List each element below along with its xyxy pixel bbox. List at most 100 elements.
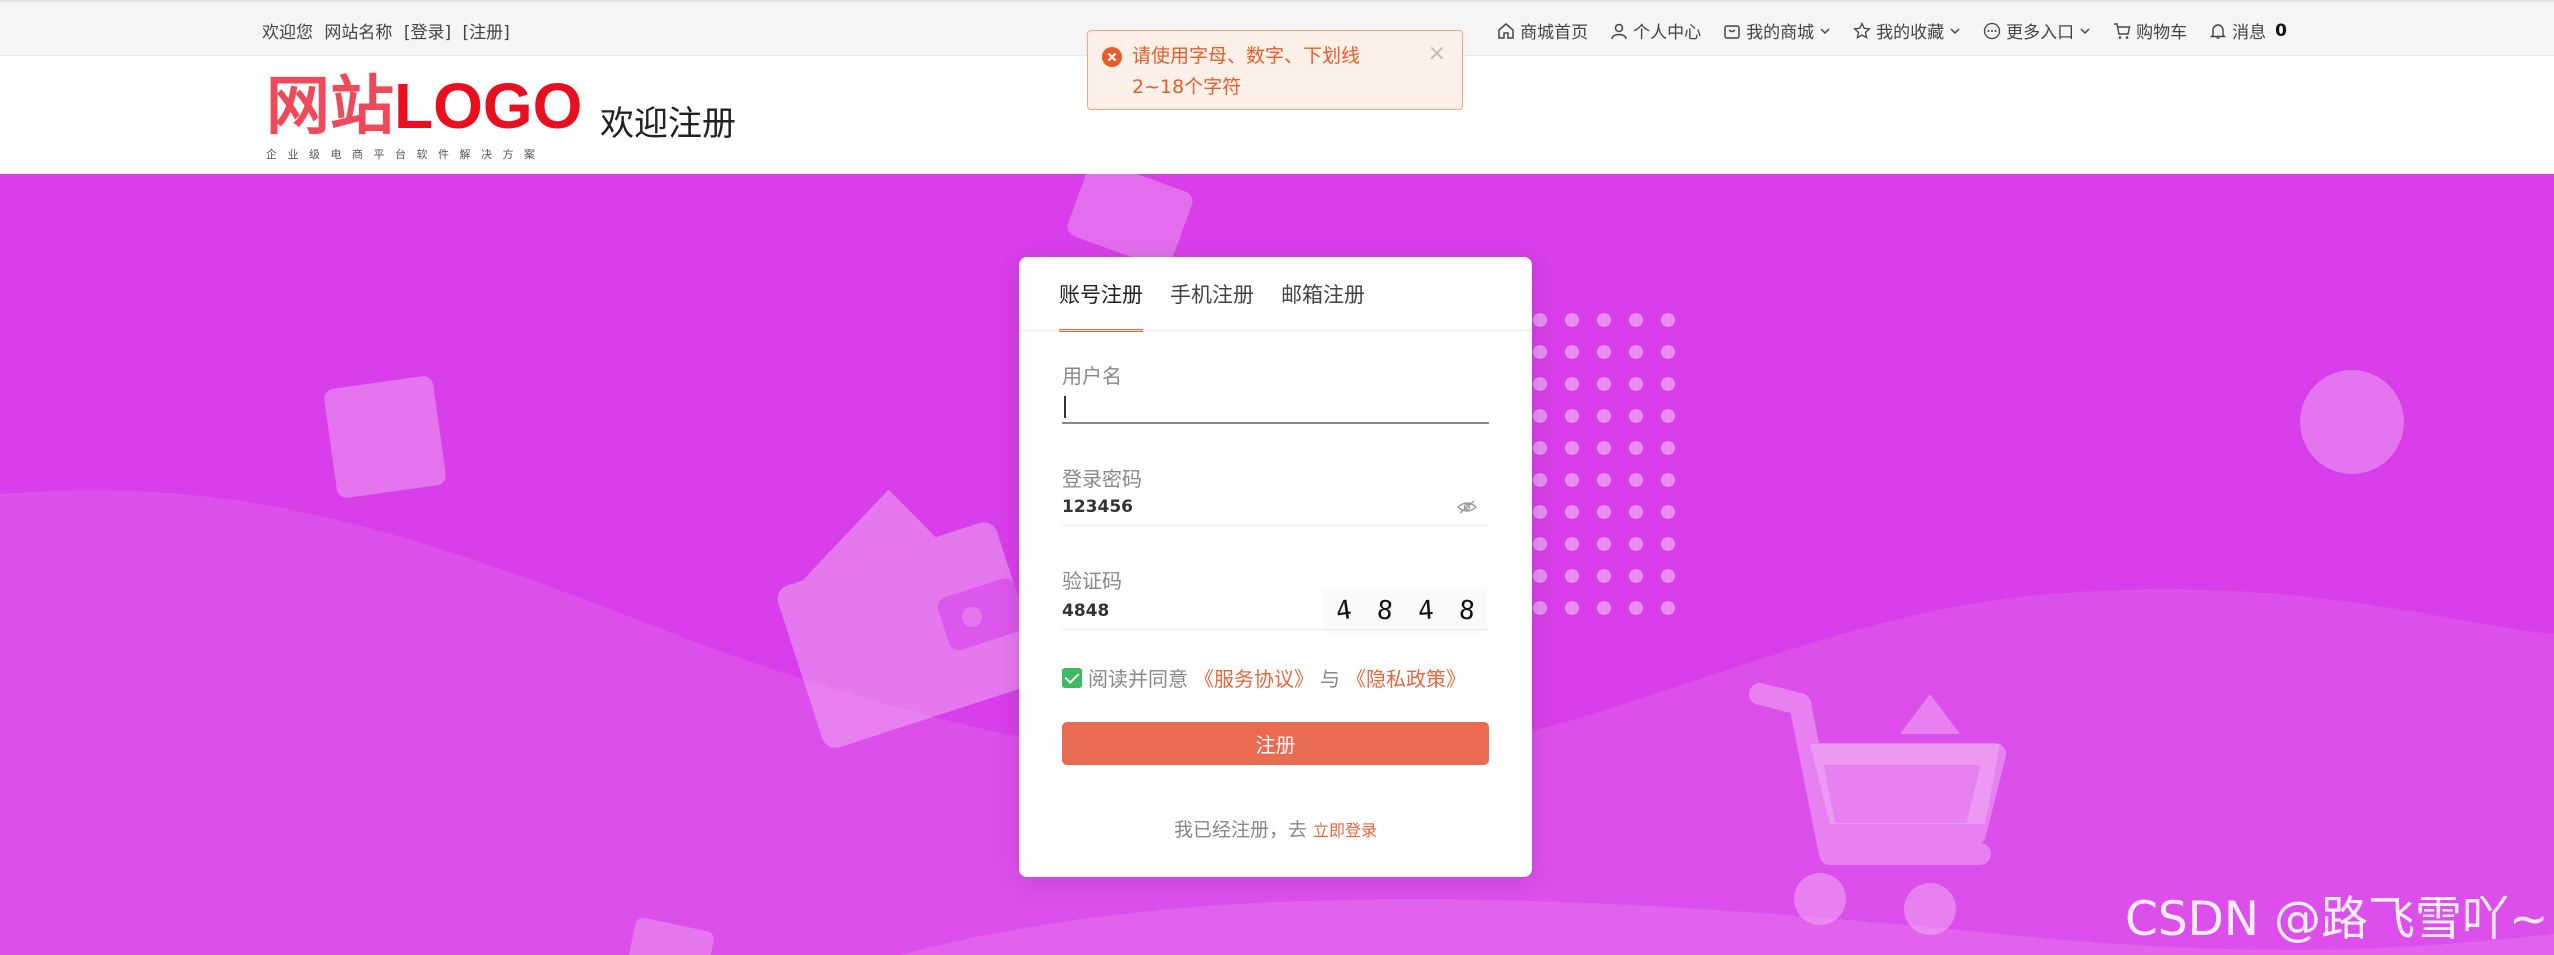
logo-en: LOGO — [394, 70, 583, 142]
username-label: 用户名 — [1062, 364, 1122, 388]
nav-home[interactable]: 商城首页 — [1497, 18, 1588, 43]
decor-dot — [1661, 473, 1675, 487]
bell-icon — [2209, 23, 2227, 39]
nav-more-label: 更多入口 — [2006, 23, 2075, 43]
chevron-down-icon — [1950, 27, 1960, 34]
decor-dot — [1597, 537, 1611, 551]
decor-dot — [1597, 345, 1611, 359]
nav-cart-label: 购物车 — [2136, 23, 2188, 43]
decor-dot — [1661, 377, 1675, 391]
close-icon[interactable]: × — [1428, 41, 1446, 66]
decor-dot — [1565, 569, 1579, 583]
nav-shop-label: 我的商城 — [1746, 23, 1815, 43]
user-icon — [1611, 23, 1627, 39]
password-input[interactable]: 123456 — [1062, 497, 1133, 517]
nav-home-label: 商城首页 — [1520, 23, 1589, 43]
home-icon — [1498, 22, 1514, 39]
text-caret — [1064, 396, 1066, 418]
decor-dot — [1533, 409, 1547, 423]
privacy-policy-link[interactable]: 《隐私政策》 — [1346, 663, 1466, 692]
decor-dot — [1661, 505, 1675, 519]
chevron-down-icon — [1820, 27, 1830, 34]
decor-dot — [1629, 473, 1643, 487]
decor-dot — [1533, 505, 1547, 519]
decor-dot — [1661, 569, 1675, 583]
nav-messages[interactable]: 消息 0 — [2209, 18, 2287, 43]
watermark: CSDN @路飞雪吖~ — [2125, 892, 2549, 947]
decor-dot — [1533, 441, 1547, 455]
top-nav: 商城首页 个人中心 我的商城 我的收藏 更多入口 购物车 消息 0 — [1497, 18, 2287, 43]
agreement-row: 阅读并同意 《服务协议》 与 《隐私政策》 — [1062, 663, 1466, 692]
error-toast: 请使用字母、数字、下划线2~18个字符 × — [1087, 30, 1463, 110]
decor-dot — [1661, 313, 1675, 327]
logo-tagline: 企业级电商平台软件解决方案 — [266, 148, 546, 161]
login-hint: 我已经注册，去 立即登录 — [1019, 815, 1532, 842]
captcha-char: 8 — [1457, 595, 1476, 627]
agree-and: 与 — [1320, 667, 1340, 691]
logo-cn: 网站 — [266, 70, 394, 142]
logo-text: 网站LOGO — [266, 74, 582, 138]
decor-dot — [1661, 345, 1675, 359]
decor-dot — [1533, 345, 1547, 359]
nav-user-center[interactable]: 个人中心 — [1610, 18, 1701, 43]
decor-dot — [1597, 377, 1611, 391]
agree-checkbox[interactable] — [1062, 667, 1082, 688]
decor-dot — [1597, 313, 1611, 327]
username-field: 用户名 — [1062, 360, 1489, 430]
nav-favorites-label: 我的收藏 — [1876, 23, 1945, 43]
register-button[interactable]: 注册 — [1062, 722, 1489, 765]
decor-dot — [1533, 313, 1547, 327]
password-label: 登录密码 — [1062, 467, 1142, 491]
decor-dot — [1565, 313, 1579, 327]
nav-more[interactable]: 更多入口 — [1983, 18, 2091, 43]
more-icon — [1984, 22, 2001, 39]
captcha-image[interactable]: 4 8 4 8 — [1323, 589, 1487, 633]
nav-user-label: 个人中心 — [1633, 23, 1702, 43]
decor-dot — [1629, 505, 1643, 519]
star-icon — [1853, 21, 1872, 39]
decor-dot — [1661, 441, 1675, 455]
decor-dot — [1565, 377, 1579, 391]
captcha-char: 4 — [1416, 595, 1435, 627]
decor-dot — [1629, 409, 1643, 423]
username-underline — [1062, 422, 1489, 424]
tab-phone-register[interactable]: 手机注册 — [1170, 257, 1254, 330]
decor-dot — [1533, 537, 1547, 551]
eye-off-icon[interactable] — [1457, 499, 1477, 515]
captcha-input[interactable]: 4848 — [1062, 601, 1109, 621]
site-name: 网站名称 — [324, 23, 393, 43]
site-logo[interactable]: 网站LOGO 企业级电商平台软件解决方案 — [266, 74, 582, 162]
decor-dot — [1565, 441, 1579, 455]
decor-dot — [1597, 409, 1611, 423]
tab-email-register[interactable]: 邮箱注册 — [1281, 257, 1365, 330]
tab-account-register[interactable]: 账号注册 — [1059, 257, 1143, 332]
decor-dot — [1533, 601, 1547, 615]
decor-dot — [1597, 441, 1611, 455]
nav-favorites[interactable]: 我的收藏 — [1853, 18, 1961, 43]
service-agreement-link[interactable]: 《服务协议》 — [1194, 663, 1314, 692]
register-link[interactable]: [注册] — [462, 23, 509, 43]
decor-dot — [1533, 377, 1547, 391]
captcha-char: 4 — [1333, 595, 1354, 627]
decor-dot — [1565, 505, 1579, 519]
captcha-field: 验证码 4848 4 8 4 8 — [1062, 565, 1489, 635]
cart-icon — [2114, 22, 2131, 39]
decor-dot — [1565, 601, 1579, 615]
nav-my-shop[interactable]: 我的商城 — [1723, 18, 1831, 43]
captcha-char: 8 — [1375, 595, 1394, 627]
decor-dot — [1597, 473, 1611, 487]
decor-dot — [1565, 537, 1579, 551]
nav-cart[interactable]: 购物车 — [2113, 18, 2187, 43]
decor-dot — [1597, 569, 1611, 583]
login-now-link[interactable]: 立即登录 — [1313, 821, 1377, 840]
welcome-label: 欢迎您 — [262, 23, 313, 43]
nav-messages-label: 消息 — [2232, 23, 2267, 43]
welcome-text: 欢迎您 网站名称 [登录] [注册] — [262, 18, 516, 43]
register-card: 账号注册 手机注册 邮箱注册 用户名 登录密码 123456 验证码 4848 … — [1019, 257, 1532, 877]
decor-dot — [1629, 345, 1643, 359]
agree-text: 阅读并同意 — [1088, 667, 1188, 691]
login-link[interactable]: [登录] — [404, 23, 451, 43]
chevron-down-icon — [2080, 27, 2090, 34]
register-tabs: 账号注册 手机注册 邮箱注册 — [1059, 257, 1365, 332]
decor-dot — [1661, 409, 1675, 423]
